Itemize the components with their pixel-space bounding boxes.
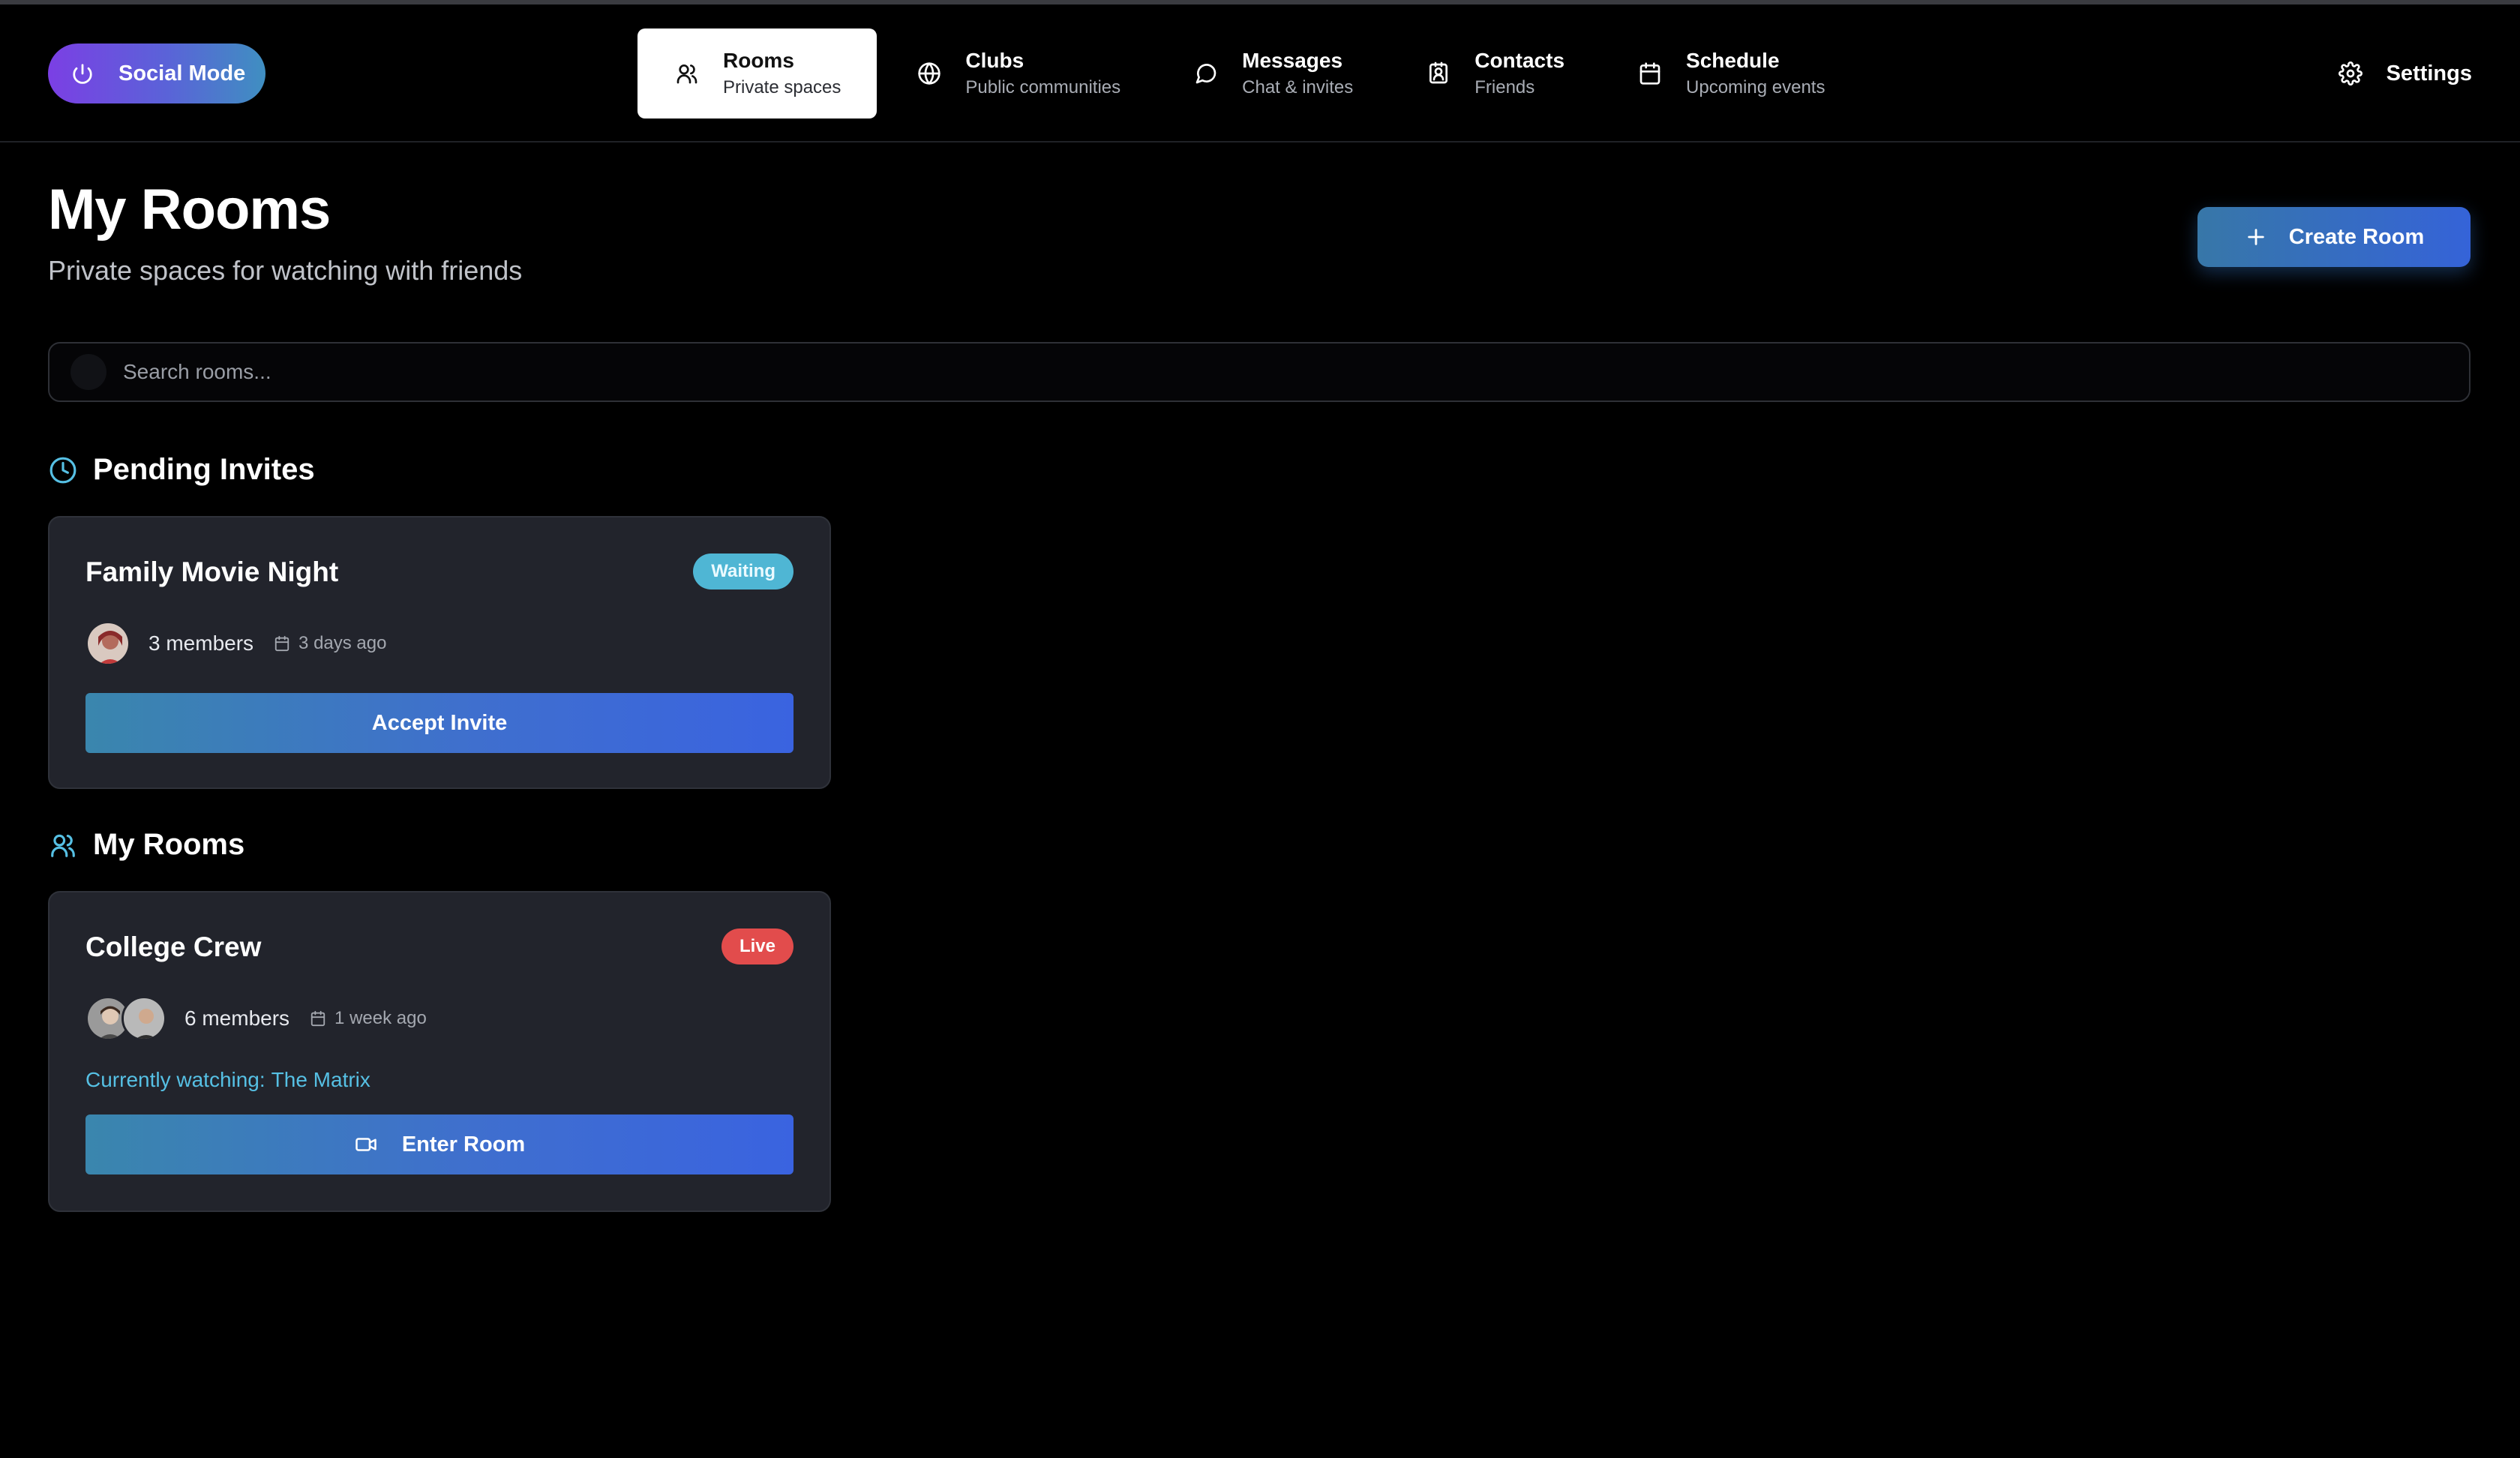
settings-button[interactable]: Settings (2337, 50, 2472, 98)
nav-tab-title: Messages (1242, 49, 1343, 72)
social-mode-button[interactable]: Social Mode (48, 44, 266, 104)
avatar (86, 621, 130, 666)
room-title: College Crew (86, 932, 262, 962)
create-room-button[interactable]: Create Room (2198, 207, 2470, 267)
watching-prefix: Currently watching: (86, 1068, 266, 1091)
search-bar (48, 342, 2470, 402)
accept-invite-button[interactable]: Accept Invite (86, 693, 794, 753)
nav-tab-subtitle: Upcoming events (1686, 77, 1826, 98)
member-avatars (86, 996, 166, 1041)
nav-tab-messages[interactable]: Messages Chat & invites (1156, 28, 1389, 118)
video-camera-icon (354, 1132, 378, 1156)
clock-icon (48, 455, 78, 485)
nav-tab-subtitle: Friends (1474, 77, 1535, 98)
settings-label: Settings (2386, 61, 2472, 86)
room-date: 3 days ago (273, 633, 386, 654)
button-label: Enter Room (401, 1132, 526, 1156)
member-count: 3 members (148, 632, 254, 655)
search-input[interactable] (123, 360, 2373, 384)
my-rooms-heading: My Rooms (48, 828, 244, 862)
status-badge: Waiting (693, 554, 794, 590)
plus-icon (2244, 225, 2268, 249)
social-mode-label: Social Mode (118, 61, 246, 86)
message-circle-icon (1192, 60, 1220, 87)
enter-room-button[interactable]: Enter Room (86, 1114, 794, 1174)
room-meta: 6 members 1 week ago (86, 996, 427, 1041)
nav-tab-subtitle: Private spaces (723, 77, 842, 98)
calendar-icon (309, 1010, 327, 1028)
search-icon (70, 354, 106, 390)
top-navigation-bar: Social Mode Rooms Private spaces Clubs P… (0, 4, 2520, 142)
nav-tab-clubs[interactable]: Clubs Public communities (877, 28, 1156, 118)
currently-watching: Currently watching: The Matrix (86, 1068, 370, 1092)
nav-tab-title: Clubs (965, 49, 1024, 72)
avatar (122, 996, 166, 1041)
pending-invites-heading: Pending Invites (48, 453, 315, 487)
status-badge: Live (721, 928, 794, 964)
nav-tab-schedule[interactable]: Schedule Upcoming events (1600, 28, 1861, 118)
date-text: 3 days ago (298, 633, 387, 653)
calendar-icon (273, 634, 291, 652)
member-avatars (86, 621, 130, 666)
member-count: 6 members (184, 1006, 290, 1030)
room-card: College Crew Live 6 members 1 week ago C… (48, 891, 831, 1212)
section-title: My Rooms (93, 828, 245, 861)
contact-icon (1425, 60, 1452, 87)
room-date: 1 week ago (309, 1008, 427, 1029)
button-label: Accept Invite (371, 710, 508, 735)
main-nav: Rooms Private spaces Clubs Public commun… (638, 28, 1861, 118)
create-room-label: Create Room (2288, 224, 2425, 249)
calendar-icon (1636, 60, 1664, 87)
invite-card: Family Movie Night Waiting 3 members 3 d… (48, 516, 831, 789)
power-icon (69, 60, 96, 87)
date-text: 1 week ago (334, 1008, 427, 1028)
nav-tab-rooms[interactable]: Rooms Private spaces (638, 28, 878, 118)
nav-tab-title: Schedule (1686, 49, 1780, 72)
nav-tab-title: Contacts (1474, 49, 1565, 72)
users-icon (674, 60, 700, 87)
nav-tab-title: Rooms (723, 49, 794, 72)
users-icon (48, 830, 78, 860)
room-meta: 3 members 3 days ago (86, 621, 386, 666)
nav-tab-contacts[interactable]: Contacts Friends (1389, 28, 1600, 118)
nav-tab-subtitle: Chat & invites (1242, 77, 1354, 98)
globe-icon (916, 60, 943, 87)
gear-icon (2337, 60, 2364, 87)
page-title: My Rooms (48, 178, 331, 242)
page-subtitle: Private spaces for watching with friends (48, 255, 523, 286)
room-title: Family Movie Night (86, 556, 339, 587)
nav-tab-subtitle: Public communities (965, 77, 1121, 98)
watching-title: The Matrix (271, 1068, 370, 1091)
section-title: Pending Invites (93, 453, 315, 486)
